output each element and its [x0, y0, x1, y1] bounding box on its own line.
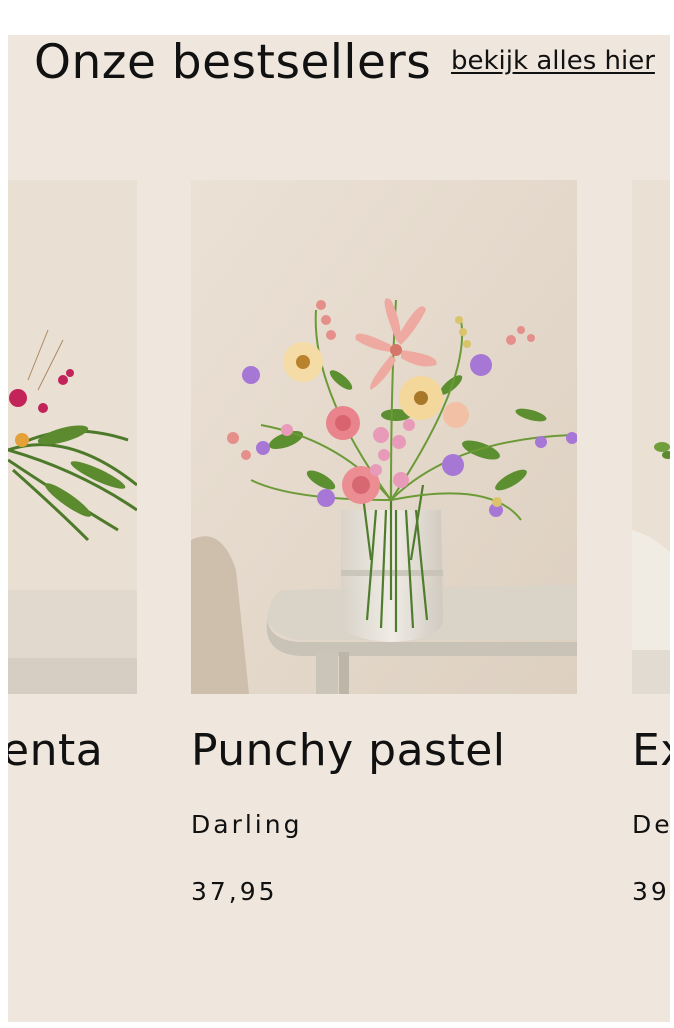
bouquet-photo-next	[632, 180, 670, 694]
page-left-margin	[0, 0, 8, 1028]
bouquet-photo-previous	[8, 180, 137, 694]
product-name-next[interactable]: Ex	[632, 725, 670, 777]
bestsellers-section: Onze bestsellers bekijk alles hier enta …	[8, 35, 670, 1022]
view-all-link[interactable]: bekijk alles hier	[451, 45, 655, 77]
product-variant: Darling	[191, 810, 303, 839]
product-name[interactable]: Punchy pastel	[191, 725, 506, 777]
product-image-previous[interactable]	[8, 180, 137, 694]
product-price-next: 39	[632, 877, 670, 906]
section-title: Onze bestsellers	[34, 35, 432, 90]
bouquet-photo-punchy-pastel	[191, 180, 577, 694]
product-name-previous[interactable]: enta	[8, 725, 103, 777]
product-price: 37,95	[191, 877, 278, 906]
page-right-margin	[670, 0, 674, 1028]
product-image-next[interactable]	[632, 180, 670, 694]
product-image-punchy-pastel[interactable]	[191, 180, 577, 694]
product-variant-next: De	[632, 810, 670, 839]
